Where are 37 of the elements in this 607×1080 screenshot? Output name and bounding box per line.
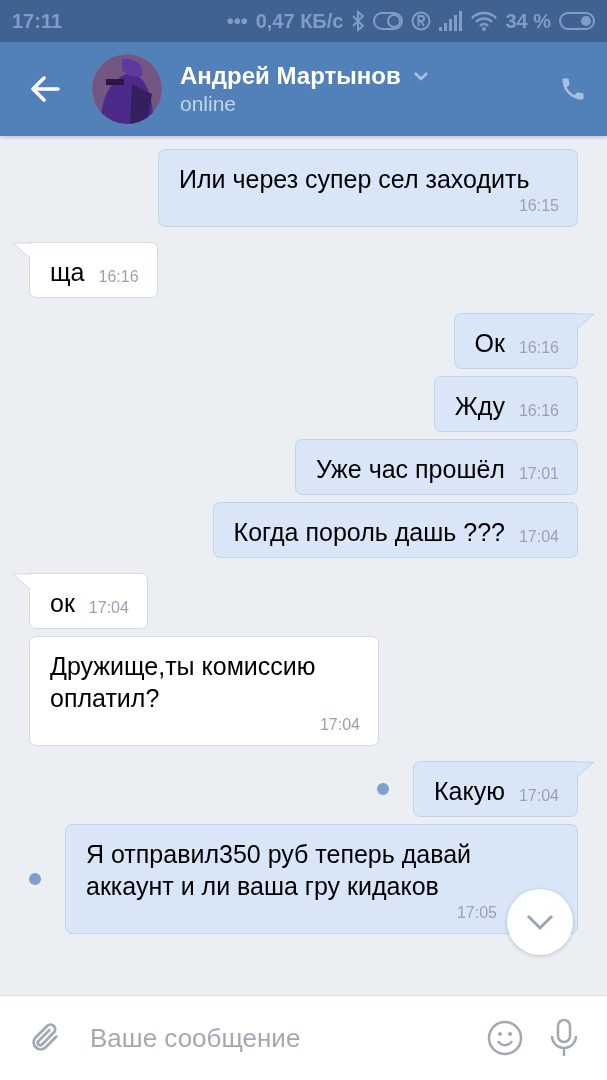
message-text: Какую (434, 776, 505, 807)
microphone-icon[interactable] (549, 1018, 579, 1058)
message-text: ща (50, 257, 85, 288)
registered-icon (411, 11, 432, 31)
contact-name[interactable]: Андрей Мартынов (180, 62, 401, 90)
message-text: Или через супер сел заходить (179, 164, 530, 195)
wifi-icon (471, 11, 498, 31)
chevron-down-icon (525, 913, 555, 931)
back-button[interactable] (30, 76, 60, 102)
message-text: Я отправил350 руб теперь давай аккаунт и ли ваша гру кидаков (86, 839, 473, 902)
online-status: online (180, 92, 238, 116)
toggle-icon (373, 11, 404, 31)
message-time: 17:04 (319, 715, 360, 735)
message-time: 16:16 (98, 267, 139, 287)
message-time: 16:16 (518, 338, 559, 358)
message-text: Жду (454, 391, 505, 422)
message-time: 16:15 (518, 196, 559, 216)
message-time: 17:04 (518, 786, 559, 806)
notification-dots: ••• (226, 9, 248, 33)
clock: 17:11 (12, 9, 63, 33)
message-text: Ок (474, 328, 505, 359)
smile-icon[interactable] (487, 1020, 523, 1056)
message-text: Когда пороль дашь ??? (233, 517, 505, 548)
message-time: 17:01 (518, 464, 559, 484)
message-text: ок (50, 588, 75, 619)
message-time: 16:16 (518, 401, 559, 421)
signal-icon (439, 11, 464, 31)
message-text: Уже час прошёл (316, 454, 505, 485)
battery-icon (559, 11, 595, 31)
message-time: 17:05 (456, 903, 497, 923)
message-time: 17:04 (518, 527, 559, 547)
message-time: 17:04 (88, 598, 129, 618)
network-speed: 0,47 КБ/с (255, 9, 344, 33)
message-text: Дружище,ты комиссию оплатил? (50, 651, 317, 714)
battery-percent: 34 % (505, 9, 551, 33)
chevron-down-icon[interactable] (412, 71, 429, 81)
bluetooth-icon (351, 10, 366, 32)
